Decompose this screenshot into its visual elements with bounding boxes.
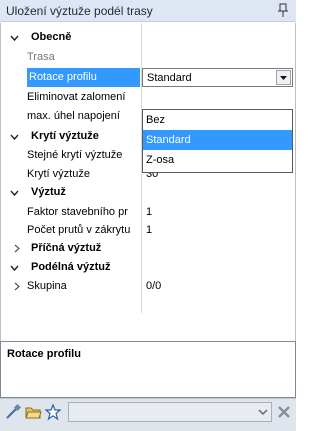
dropdown-option-standard[interactable]: Standard (143, 130, 292, 150)
chevron-down-icon (280, 76, 287, 80)
collapse-chevron-icon[interactable] (10, 33, 19, 42)
property-label: Krytí výztuže (27, 168, 90, 180)
property-value[interactable]: 1 (146, 221, 291, 240)
property-row-trasa[interactable]: Trasa (1, 48, 295, 67)
dropdown-button[interactable] (276, 70, 291, 85)
open-folder-icon[interactable] (24, 403, 42, 421)
expand-chevron-icon[interactable] (12, 244, 21, 253)
close-x-icon[interactable] (275, 403, 293, 421)
rotace-profilu-dropdown-list: Bez Standard Z-osa (142, 109, 293, 173)
property-row-pocet-prutu[interactable]: Počet prutů v zákrytu 1 (1, 221, 295, 240)
property-label: Trasa (27, 51, 55, 63)
section-label: Výztuž (31, 186, 66, 198)
section-label: Podélná výztuž (31, 261, 111, 273)
section-podelna-vyztuz[interactable]: Podélná výztuž (1, 258, 295, 277)
expand-chevron-icon[interactable] (12, 282, 21, 291)
property-label: Stejné krytí výztuže (27, 149, 123, 161)
collapse-chevron-icon[interactable] (10, 188, 19, 197)
eyedropper-icon[interactable] (4, 403, 22, 421)
favorites-combobox[interactable] (68, 402, 272, 422)
property-value[interactable]: 1 (146, 203, 291, 222)
section-vyztuz[interactable]: Výztuž (1, 183, 295, 202)
description-title: Rotace profilu (7, 348, 81, 360)
favorite-star-icon[interactable] (44, 403, 62, 421)
description-panel: Rotace profilu (0, 341, 296, 398)
window-title: Uložení výztuže podél trasy (6, 4, 153, 18)
property-label: Skupina (27, 280, 67, 292)
combobox-value: Standard (147, 72, 192, 84)
property-label: Eliminovat zalomení (27, 91, 126, 103)
pin-icon[interactable] (276, 2, 290, 18)
section-label: Obecně (31, 31, 72, 43)
property-row-rotace-profilu[interactable]: Rotace profilu Standard (1, 68, 295, 87)
window-title-bar: Uložení výztuže podél trasy (0, 0, 296, 22)
collapse-chevron-icon[interactable] (10, 132, 19, 141)
section-label: Příčná výztuž (31, 242, 102, 254)
property-row-eliminovat-zalomeni[interactable]: Eliminovat zalomení (1, 88, 295, 107)
property-label: Počet prutů v zákrytu (27, 224, 131, 236)
property-row-faktor[interactable]: Faktor stavebního pr 1 (1, 203, 295, 222)
chevron-down-icon[interactable] (258, 408, 268, 416)
property-grid: Obecně Trasa Rotace profilu Standard Eli… (0, 23, 296, 341)
property-label: max. úhel napojení (27, 110, 120, 122)
property-label: Rotace profilu (27, 68, 140, 87)
bottom-toolbar (0, 398, 296, 431)
rotace-profilu-combobox[interactable]: Standard (142, 68, 293, 87)
property-label: Faktor stavebního pr (27, 206, 128, 218)
dropdown-option-z-osa[interactable]: Z-osa (143, 150, 292, 170)
property-value[interactable]: 0/0 (146, 277, 291, 296)
section-pricna-vyztuz[interactable]: Příčná výztuž (1, 239, 295, 258)
section-obecne[interactable]: Obecně (1, 28, 295, 47)
property-row-skupina[interactable]: Skupina 0/0 (1, 277, 295, 296)
dropdown-option-bez[interactable]: Bez (143, 110, 292, 130)
collapse-chevron-icon[interactable] (10, 263, 19, 272)
